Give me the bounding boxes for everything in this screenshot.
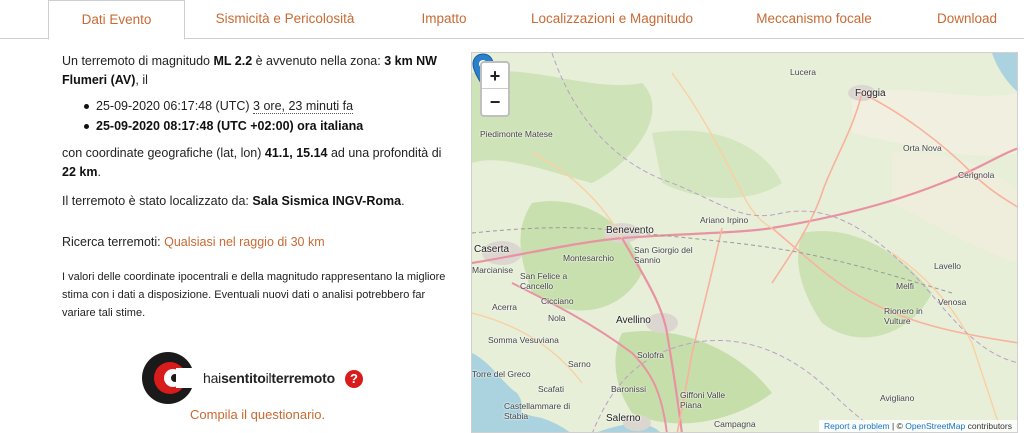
zoom-out-button[interactable]: − bbox=[482, 89, 508, 115]
questionnaire-link[interactable]: Compila il questionario. bbox=[190, 407, 325, 422]
coords-end: . bbox=[97, 165, 101, 179]
place-label: Nola bbox=[548, 313, 566, 323]
place-label: Caserta bbox=[474, 244, 510, 255]
place-label: Ariano Irpino bbox=[700, 215, 749, 225]
map-tiles bbox=[472, 53, 1017, 432]
located-by-value: Sala Sismica INGV-Roma bbox=[252, 194, 402, 208]
place-label: Rionero in Vulture bbox=[884, 306, 923, 326]
place-label: Benevento bbox=[606, 225, 654, 236]
time-utc-value: 25-09-2020 06:17:48 (UTC) bbox=[96, 99, 250, 113]
event-times: 25-09-2020 06:17:48 (UTC) 3 ore, 23 minu… bbox=[84, 96, 447, 136]
summary-mid: è avvenuto nella zona: bbox=[252, 54, 385, 68]
event-summary: Un terremoto di magnitudo ML 2.2 è avven… bbox=[62, 52, 447, 90]
hst-wordmark: haisentitoilterremoto bbox=[203, 370, 335, 386]
report-problem-link[interactable]: Report a problem bbox=[824, 421, 890, 431]
search-earthquakes: Ricerca terremoti: Qualsiasi nel raggio … bbox=[62, 233, 447, 252]
place-label: Melfi bbox=[896, 281, 914, 291]
disclaimer-note: I valori delle coordinate ipocentrali e … bbox=[62, 271, 446, 319]
longitude-value: 15.14 bbox=[296, 146, 328, 160]
place-label: Solofra bbox=[637, 350, 664, 360]
place-label: Campagna bbox=[714, 419, 756, 429]
located-prefix: Il terremoto è stato localizzato da: bbox=[62, 194, 253, 208]
place-label: Giffoni Valle Piana bbox=[680, 390, 726, 410]
located-by: Il terremoto è stato localizzato da: Sal… bbox=[62, 192, 447, 211]
zoom-in-button[interactable]: + bbox=[482, 63, 508, 89]
place-label: Baronissi bbox=[611, 384, 646, 394]
latitude-value: 41.1 bbox=[264, 146, 290, 160]
place-label: Foggia bbox=[855, 88, 886, 99]
tab-bar: Dati Evento Sismicità e Pericolosità Imp… bbox=[0, 0, 1024, 40]
coords-prefix: con coordinate geografiche (lat, lon) bbox=[62, 146, 265, 160]
attr-end: contributors bbox=[965, 421, 1012, 431]
tab-sismicita[interactable]: Sismicità e Pericolosità bbox=[196, 0, 374, 39]
time-local-value: 25-09-2020 08:17:48 (UTC +02:00) ora ita… bbox=[96, 119, 364, 133]
place-label: Avigliano bbox=[880, 393, 915, 403]
place-label: Scafati bbox=[538, 384, 564, 394]
summary-prefix: Un terremoto di magnitudo bbox=[62, 54, 214, 68]
tab-dati-evento[interactable]: Dati Evento bbox=[48, 0, 185, 40]
tab-localizzazioni[interactable]: Localizzazioni e Magnitudo bbox=[514, 0, 710, 39]
place-label: Torre del Greco bbox=[472, 369, 531, 379]
tab-impatto[interactable]: Impatto bbox=[386, 0, 502, 39]
event-details: Un terremoto di magnitudo ML 2.2 è avven… bbox=[62, 52, 447, 322]
tab-download[interactable]: Download bbox=[918, 0, 1016, 39]
magnitude-value: ML 2.2 bbox=[213, 54, 253, 68]
osm-link[interactable]: OpenStreetMap bbox=[905, 421, 965, 431]
hst-text-a: hai bbox=[203, 370, 222, 386]
place-label: San Giorgio del Sannio bbox=[634, 245, 693, 265]
map-attribution: Report a problem | © OpenStreetMap contr… bbox=[818, 420, 1017, 432]
depth-value: 22 km bbox=[62, 165, 98, 179]
search-radius-link[interactable]: Qualsiasi nel raggio di 30 km bbox=[164, 235, 325, 249]
tab-meccanismo-focale[interactable]: Meccanismo focale bbox=[722, 0, 906, 39]
place-label: Sarno bbox=[568, 359, 591, 369]
place-label: Orta Nova bbox=[903, 143, 942, 153]
time-local: 25-09-2020 08:17:48 (UTC +02:00) ora ita… bbox=[84, 116, 447, 136]
place-label: San Felice a Cancello bbox=[520, 271, 568, 291]
located-end: . bbox=[401, 194, 405, 208]
search-prefix: Ricerca terremoti: bbox=[62, 235, 165, 249]
place-label: Marcianise bbox=[472, 265, 514, 275]
help-icon[interactable]: ? bbox=[345, 370, 363, 388]
attr-sep: | © bbox=[889, 421, 906, 431]
place-label: Avellino bbox=[616, 315, 651, 326]
time-ago: 3 ore, 23 minuti fa bbox=[253, 99, 354, 114]
place-label: Somma Vesuviana bbox=[488, 335, 559, 345]
event-map[interactable]: Lucera Foggia Piedimonte Matese Orta Nov… bbox=[471, 52, 1018, 433]
place-label: Lucera bbox=[790, 67, 816, 77]
place-label: Salerno bbox=[606, 413, 641, 424]
summary-suffix: , il bbox=[135, 73, 148, 87]
place-label: Cicciano bbox=[541, 296, 574, 306]
hai-sentito-il-terremoto[interactable]: haisentitoilterremoto ? bbox=[140, 350, 380, 404]
event-coordinates: con coordinate geografiche (lat, lon) 41… bbox=[62, 144, 447, 182]
place-label: Piedimonte Matese bbox=[480, 129, 553, 139]
place-label: Montesarchio bbox=[563, 253, 615, 263]
place-label: Castellammare di Stabia bbox=[504, 401, 571, 421]
place-label: Cerignola bbox=[958, 170, 995, 180]
time-utc: 25-09-2020 06:17:48 (UTC) 3 ore, 23 minu… bbox=[84, 96, 447, 116]
hst-text-b: sentito bbox=[221, 370, 266, 386]
map-zoom-control: + − bbox=[480, 61, 510, 117]
place-label: Lavello bbox=[934, 261, 961, 271]
coords-mid: ad una profondità di bbox=[327, 146, 442, 160]
hst-text-d: terremoto bbox=[271, 370, 335, 386]
place-label: Acerra bbox=[492, 302, 518, 312]
hst-logo-icon bbox=[142, 352, 196, 404]
